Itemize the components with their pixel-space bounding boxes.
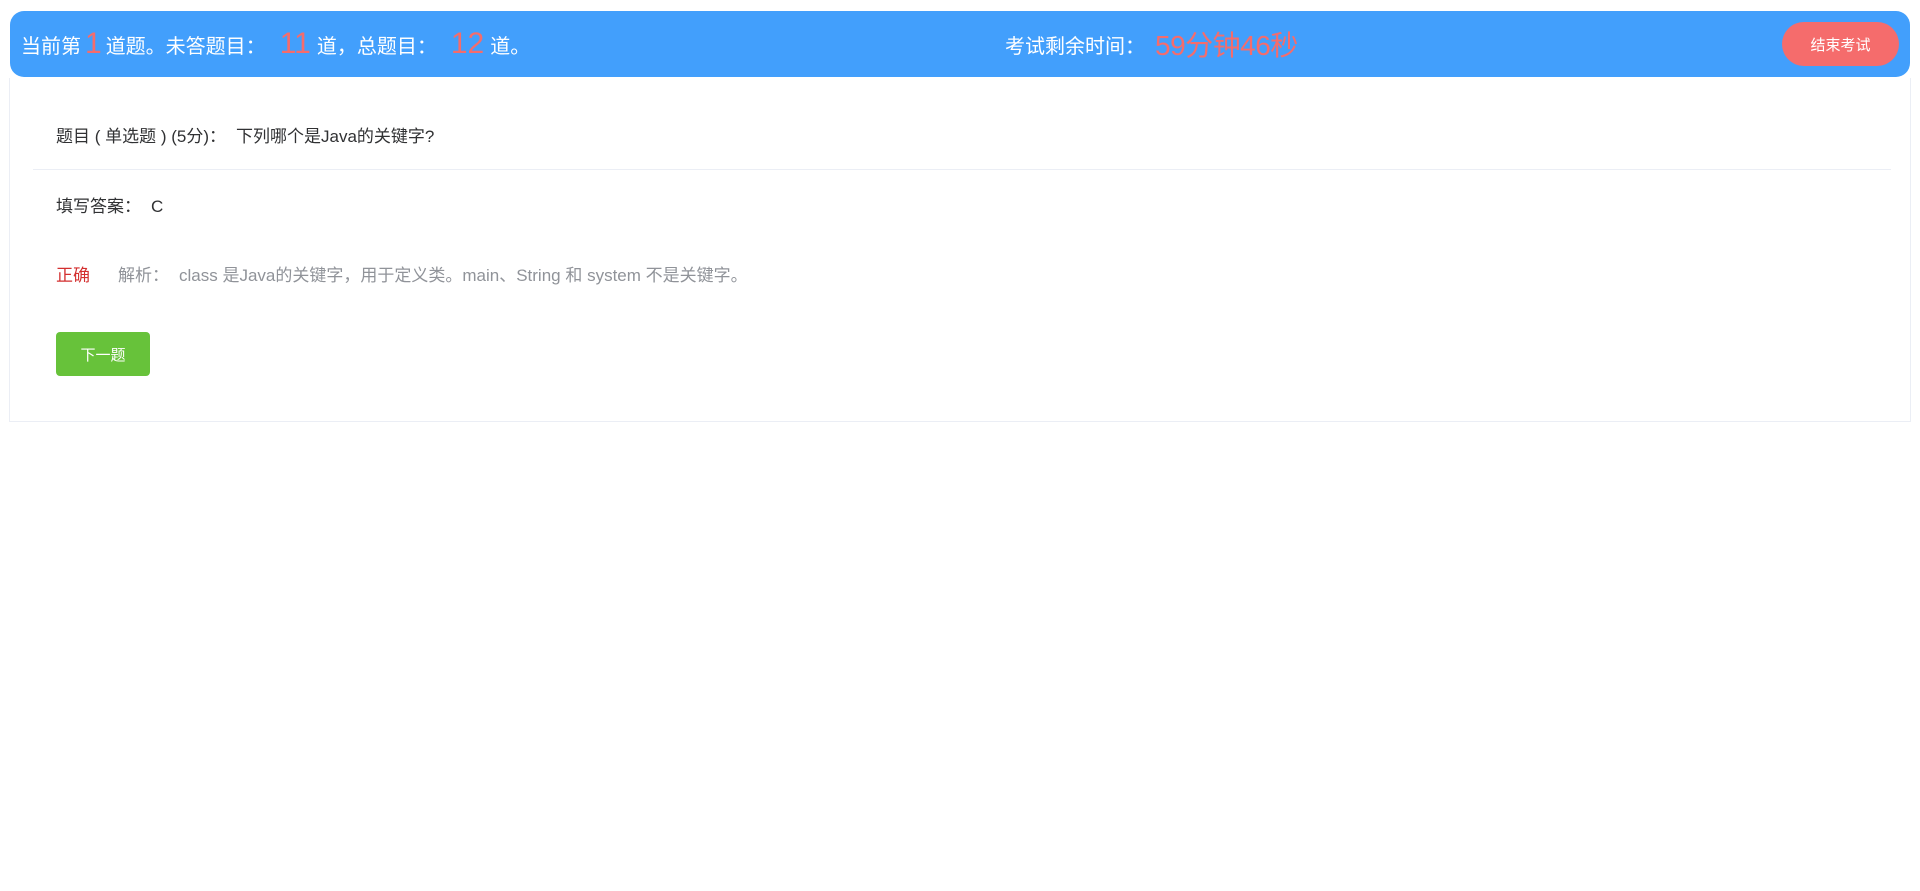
question-card: 题目 ( 单选题 ) (5分)： 下列哪个是Java的关键字? 填写答案： C 正确…: [9, 78, 1911, 422]
total-prefix: 道，总题目：: [316, 35, 437, 58]
progress-summary: 当前第 1 道题。未答题目： 11 道，总题目： 12 道。: [21, 11, 530, 77]
unanswered-prefix: 道题。未答题目：: [105, 35, 266, 58]
question-title: 题目 ( 单选题 ) (5分)： 下列哪个是Java的关键字?: [56, 122, 434, 147]
explanation-text: class 是Java的关键字，用于定义类。main、String 和 syst…: [179, 266, 748, 285]
total-suffix: 道。: [490, 35, 531, 58]
end-exam-button[interactable]: 结束考试: [1782, 22, 1899, 66]
result-status: 正确: [56, 266, 90, 285]
result-row: 正确 解析： class 是Java的关键字，用于定义类。main、String…: [56, 261, 748, 286]
remaining-time-label: 考试剩余时间：: [1005, 35, 1145, 58]
remaining-time-value: 59分钟46秒: [1155, 30, 1298, 61]
remaining-time: 考试剩余时间： 59分钟46秒: [1005, 11, 1298, 77]
answer-label: 填写答案：: [56, 197, 141, 216]
total-count: 12: [450, 27, 485, 60]
current-question-prefix: 当前第: [21, 35, 81, 58]
next-question-button[interactable]: 下一题: [56, 332, 150, 376]
answer-value: C: [151, 197, 164, 216]
question-label: 题目 ( 单选题 ) (5分)：: [56, 127, 226, 146]
current-question-number: 1: [85, 27, 102, 60]
answer-row: 填写答案： C: [56, 192, 163, 217]
explanation-label: 解析：: [118, 266, 169, 285]
unanswered-count: 11: [279, 27, 311, 60]
divider: [33, 169, 1891, 170]
exam-header: 当前第 1 道题。未答题目： 11 道，总题目： 12 道。 考试剩余时间： 5…: [10, 11, 1910, 77]
question-text: 下列哪个是Java的关键字?: [236, 127, 435, 146]
